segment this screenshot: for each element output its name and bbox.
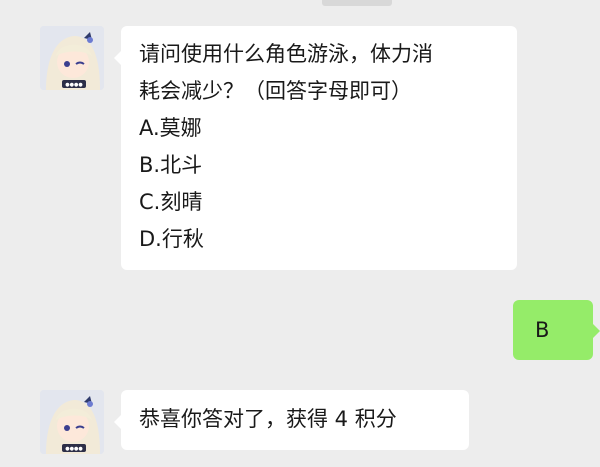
message-text: 恭喜你答对了，获得 4 积分 (139, 407, 397, 431)
option-c: C.刻晴 (139, 190, 203, 214)
option-d: D.行秋 (139, 227, 204, 251)
message-bubble-self[interactable]: B (513, 300, 600, 360)
message-text-line: 耗会减少？（回答字母即可） (139, 79, 412, 103)
avatar[interactable]: ●●●● (40, 390, 104, 454)
avatar-image: ●●●● (40, 26, 104, 90)
svg-text:●●●●: ●●●● (65, 82, 83, 88)
avatar-image: ●●●● (40, 390, 104, 454)
svg-text:●●●●: ●●●● (65, 446, 83, 452)
message-text: B (535, 317, 550, 342)
avatar[interactable]: ●●●● (40, 26, 104, 90)
message-bubble[interactable]: 请问使用什么角色游泳，体力消 耗会减少？（回答字母即可） A.莫娜 B.北斗 C… (114, 26, 517, 270)
option-a: A.莫娜 (139, 116, 202, 140)
previous-message-edge (322, 0, 392, 6)
option-b: B.北斗 (139, 153, 203, 177)
message-bubble[interactable]: 恭喜你答对了，获得 4 积分 (114, 390, 469, 450)
message-text-line: 请问使用什么角色游泳，体力消 (139, 42, 433, 66)
